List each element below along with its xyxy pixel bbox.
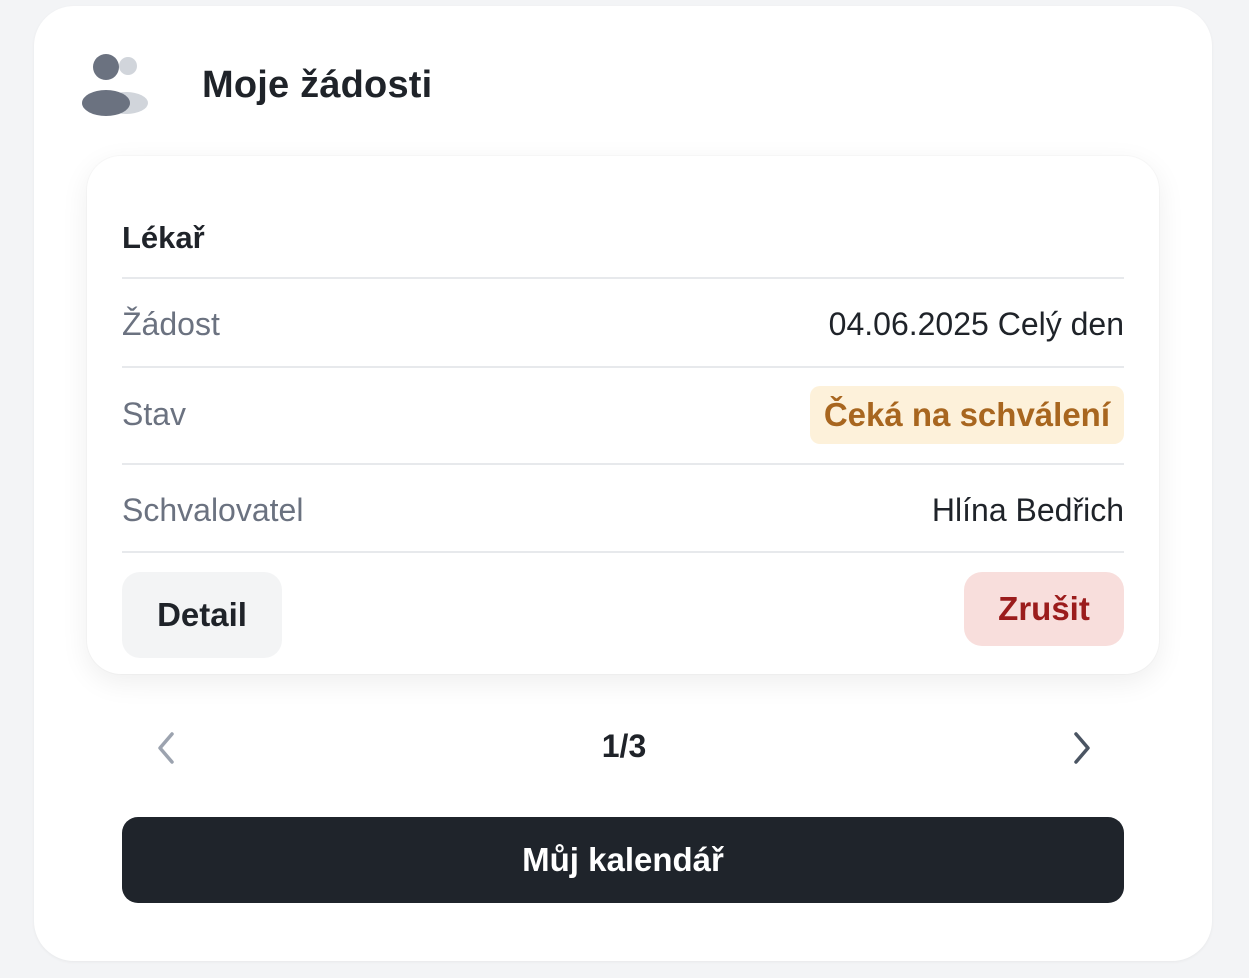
request-card: Lékař Žádost 04.06.2025 Celý den Stav Če… — [87, 156, 1159, 674]
approver-value: Hlína Bedřich — [931, 492, 1124, 528]
request-date-label: Žádost — [122, 306, 220, 342]
status-label: Stav — [122, 396, 187, 432]
people-icon — [82, 54, 148, 116]
request-type: Lékař — [122, 220, 205, 255]
cancel-request-button[interactable]: Zrušit — [964, 572, 1124, 646]
widget-header: Moje žádosti — [82, 46, 682, 124]
requests-widget: Moje žádosti Lékař Žádost 04.06.2025 Cel… — [34, 6, 1212, 961]
divider — [122, 277, 1124, 279]
divider — [122, 366, 1124, 368]
detail-button[interactable]: Detail — [122, 572, 282, 658]
pagination: 1/3 — [134, 716, 1114, 776]
page-title: Moje žádosti — [202, 64, 433, 106]
divider — [122, 463, 1124, 465]
my-calendar-button[interactable]: Můj kalendář — [122, 817, 1124, 903]
request-date-value: 04.06.2025 Celý den — [828, 306, 1124, 342]
page-indicator: 1/3 — [601, 728, 647, 764]
chevron-right-icon[interactable] — [1066, 728, 1096, 768]
divider — [122, 551, 1124, 553]
approver-label: Schvalovatel — [122, 492, 304, 528]
status-badge: Čeká na schválení — [809, 386, 1124, 444]
